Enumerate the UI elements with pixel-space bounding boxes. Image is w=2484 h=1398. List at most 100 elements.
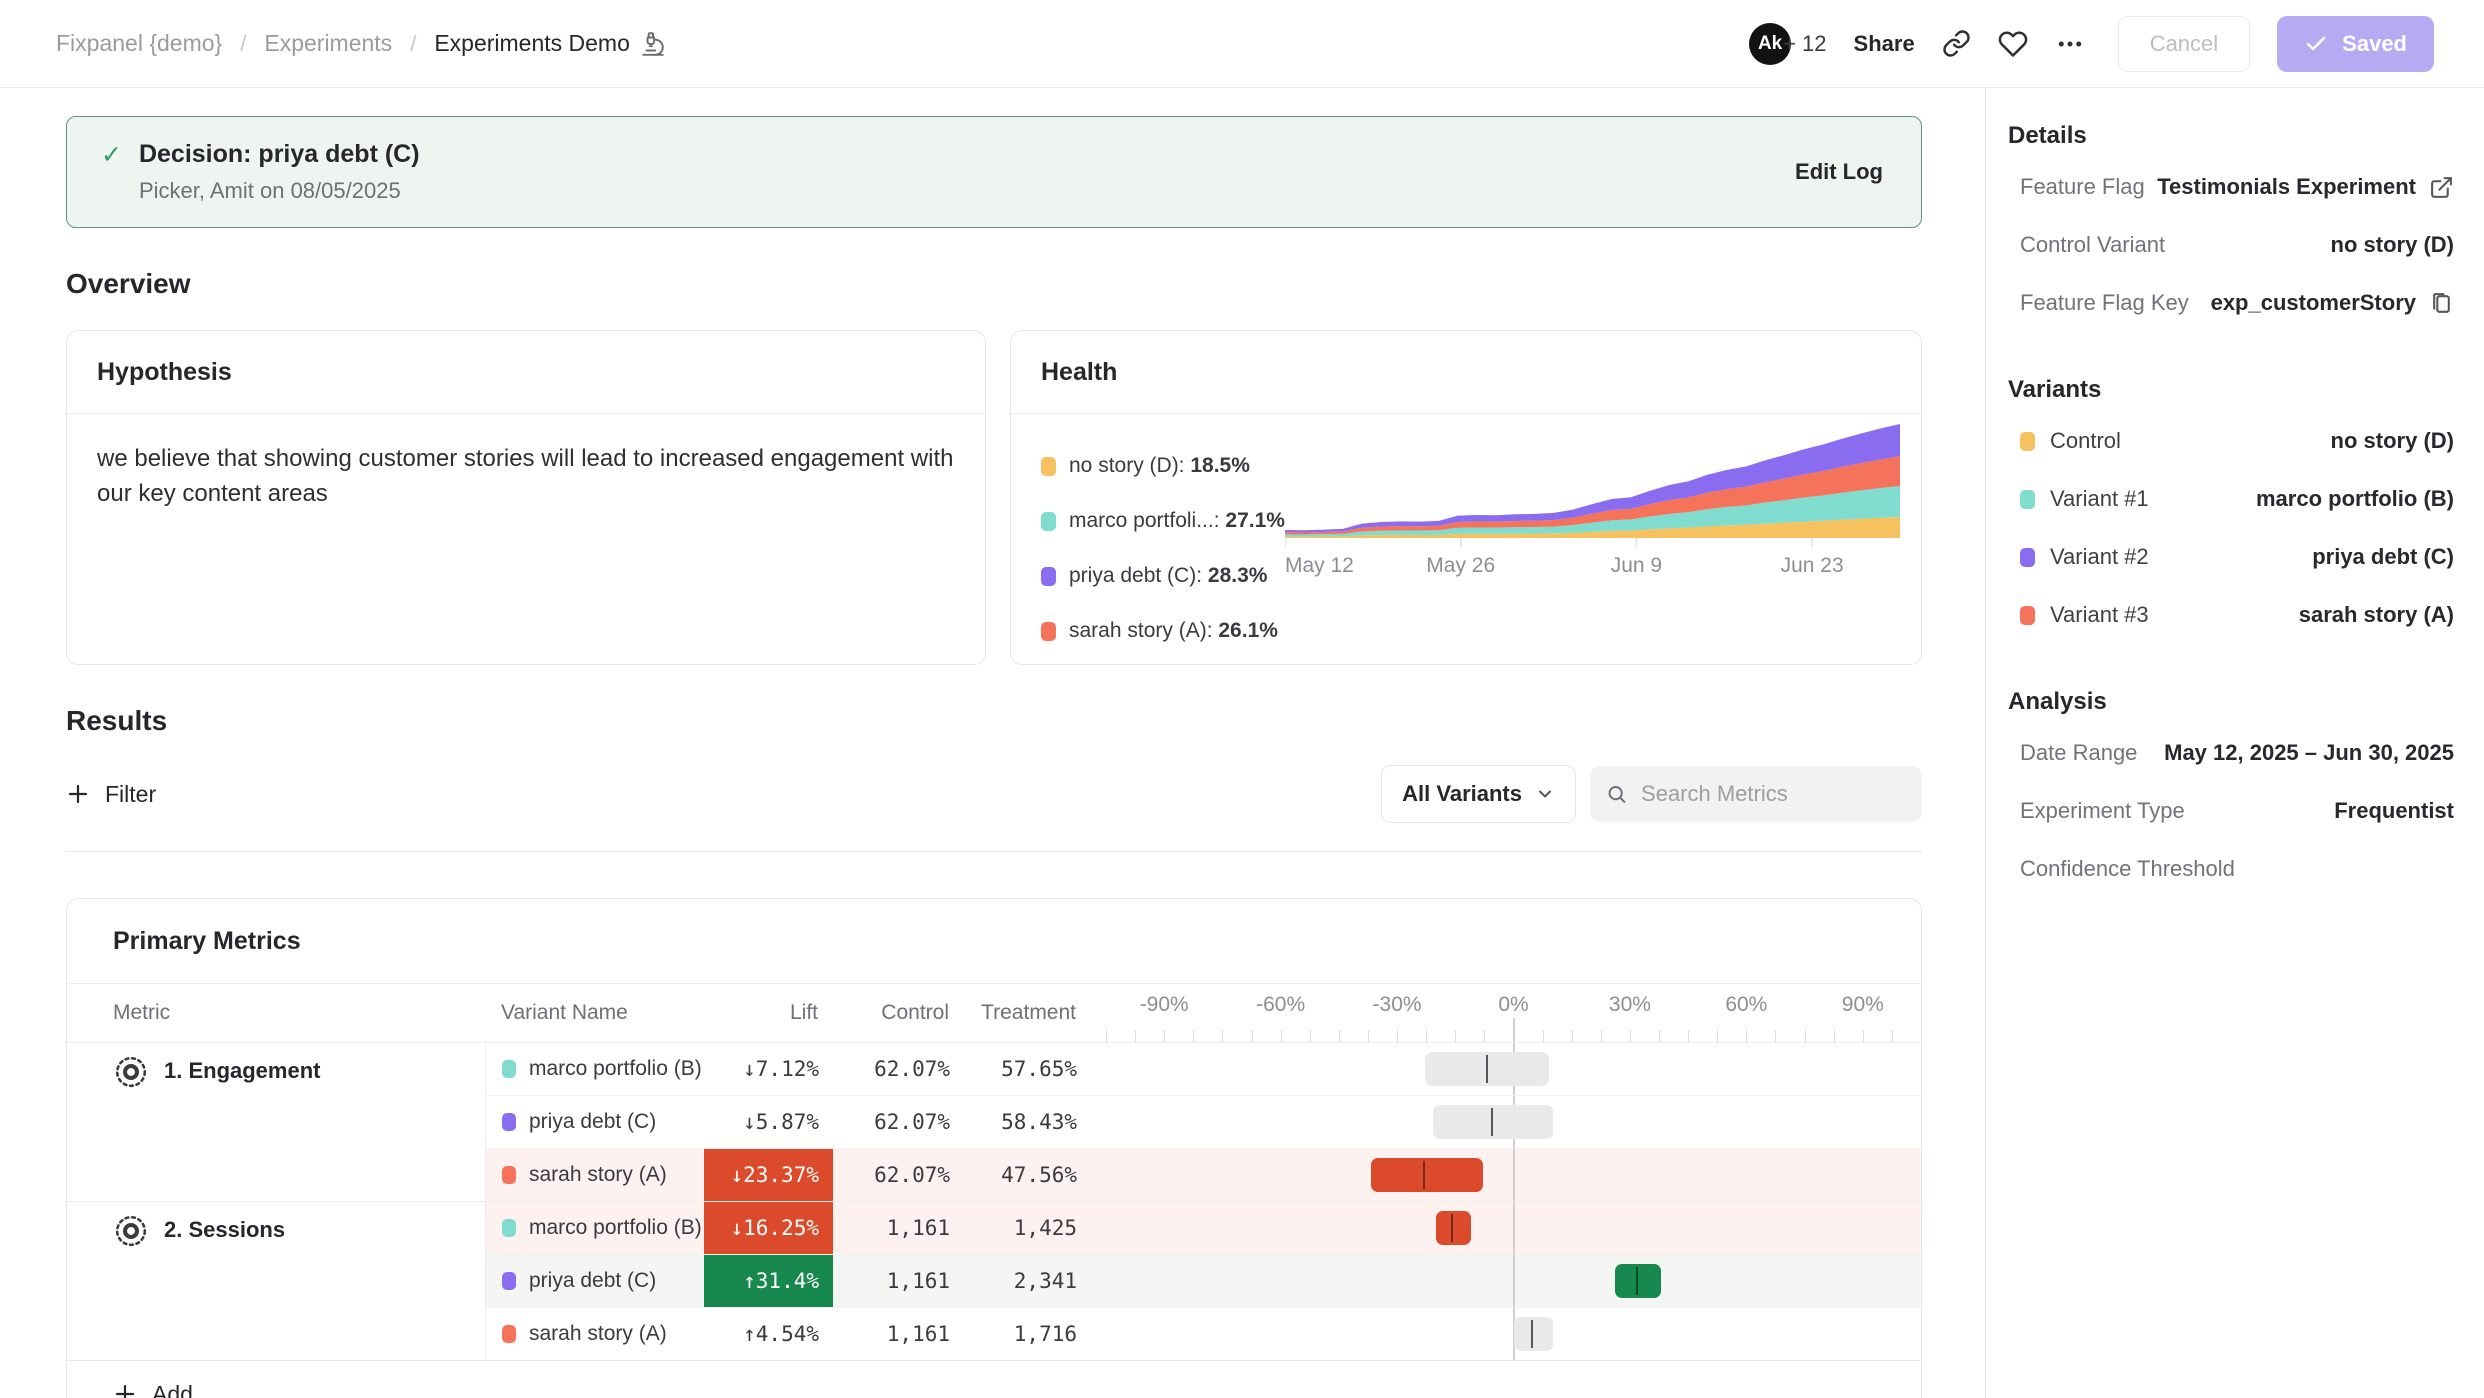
ci-bar: [1615, 1264, 1662, 1298]
axis-tick: [1717, 1030, 1718, 1042]
variant-row-label: Variant #1: [2020, 486, 2149, 512]
axis-tick: [1339, 1030, 1340, 1042]
search-metrics-input[interactable]: [1639, 780, 1906, 808]
primary-metrics-title: Primary Metrics: [67, 899, 1921, 984]
variant-row-label: Variant #3: [2020, 602, 2149, 628]
results-heading: Results: [66, 705, 1922, 737]
lift-value: ↓23.37%: [704, 1149, 833, 1201]
details-row: Control Variant no story (D): [2008, 216, 2454, 274]
table-row[interactable]: marco portfolio (B)↓16.25%1,1611,425: [486, 1202, 1921, 1254]
variant-swatch: [2020, 490, 2035, 509]
variant-value: sarah story (A): [2299, 602, 2454, 628]
variant-label: Variant #2: [2050, 544, 2149, 570]
legend-swatch: [1041, 512, 1056, 531]
axis-tick: [1310, 1030, 1311, 1042]
sidebar-section-variants: VariantsControlno story (D)Variant #1mar…: [2008, 376, 2454, 644]
legend-swatch: [1041, 567, 1056, 586]
health-card: Health no story (D): 18.5%marco portfoli…: [1010, 330, 1922, 665]
variant-swatch: [502, 1166, 516, 1184]
variants-row: Controlno story (D): [2008, 412, 2454, 470]
axis-tick: [1426, 1030, 1427, 1042]
ci-marker: [1636, 1267, 1638, 1295]
variant-label: Control: [2050, 428, 2121, 454]
variants-heading: Variants: [2008, 376, 2454, 404]
treatment-value: 1,425: [950, 1202, 1077, 1254]
add-metric-button[interactable]: Add: [67, 1360, 1921, 1398]
detail-label: Control Variant: [2020, 232, 2165, 258]
axis-tick: [1834, 1030, 1835, 1042]
collaborators-count: + 12: [1783, 31, 1826, 57]
variant-name: marco portfolio (B): [529, 1057, 702, 1081]
metric-target-icon: [113, 1054, 149, 1090]
control-value: 62.07%: [833, 1096, 950, 1148]
control-value: 62.07%: [833, 1149, 950, 1201]
zero-line: [1513, 1202, 1515, 1254]
metric-rows: marco portfolio (B)↓7.12%62.07%57.65%pri…: [485, 1043, 1921, 1201]
axis-label: 0%: [1498, 993, 1528, 1017]
variant-value: priya debt (C): [2312, 544, 2454, 570]
legend-label: no story (D): 18.5%: [1069, 454, 1250, 478]
table-row[interactable]: priya debt (C)↑31.4%1,1612,341: [486, 1254, 1921, 1307]
detail-label: Confidence Threshold: [2020, 856, 2235, 882]
health-legend: no story (D): 18.5%marco portfoli...: 27…: [1041, 420, 1285, 643]
copy-link-icon[interactable]: [1942, 29, 1971, 58]
axis-tick: [1193, 1030, 1194, 1042]
metric-name: 1. Engagement: [164, 1054, 320, 1084]
analysis-row: Confidence Threshold: [2008, 840, 2454, 898]
hypothesis-card: Hypothesis we believe that showing custo…: [66, 330, 986, 665]
axis-label: -90%: [1140, 993, 1189, 1017]
breadcrumb-item[interactable]: Experiments: [264, 30, 392, 57]
treatment-value: 2,341: [950, 1255, 1077, 1307]
variant-cell: marco portfolio (B): [486, 1202, 704, 1254]
table-row[interactable]: marco portfolio (B)↓7.12%62.07%57.65%: [486, 1043, 1921, 1095]
metric-cell: 2. Sessions: [67, 1202, 485, 1360]
analysis-rows: Date RangeMay 12, 2025 – Jun 30, 2025Exp…: [2008, 724, 2454, 898]
table-row[interactable]: sarah story (A)↑4.54%1,1611,716: [486, 1307, 1921, 1360]
more-options-icon[interactable]: [2055, 29, 2085, 59]
variant-cell: sarah story (A): [486, 1149, 704, 1201]
variant-swatch: [502, 1272, 516, 1290]
axis-label: 30%: [1609, 993, 1651, 1017]
axis-label: 90%: [1842, 993, 1884, 1017]
details-row: Feature Flag Keyexp_customerStory: [2008, 274, 2454, 332]
share-button[interactable]: Share: [1854, 31, 1915, 57]
breadcrumb-item[interactable]: Fixpanel {demo}: [56, 30, 222, 57]
filter-button[interactable]: Filter: [66, 781, 156, 808]
ci-chart-cell: [1107, 1043, 1921, 1095]
variant-swatch: [2020, 606, 2035, 625]
ci-marker: [1451, 1214, 1453, 1242]
variants-dropdown[interactable]: All Variants: [1381, 765, 1576, 823]
cancel-button[interactable]: Cancel: [2118, 16, 2250, 72]
legend-swatch: [1041, 622, 1056, 641]
axis-tick: [1397, 1030, 1398, 1042]
copy-icon[interactable]: [2429, 291, 2454, 316]
table-row[interactable]: priya debt (C)↓5.87%62.07%58.43%: [486, 1095, 1921, 1148]
ci-marker: [1531, 1320, 1533, 1348]
health-title: Health: [1011, 331, 1921, 414]
axis-tick: [1106, 1030, 1107, 1042]
variant-swatch: [502, 1325, 516, 1343]
save-button[interactable]: Saved: [2277, 16, 2434, 72]
metric-target-icon: [113, 1213, 149, 1249]
breadcrumb-separator: /: [410, 31, 416, 57]
axis-label: -60%: [1256, 993, 1305, 1017]
favorite-heart-icon[interactable]: [1998, 29, 2028, 59]
axis-tick: [1775, 1030, 1776, 1042]
variant-swatch: [2020, 432, 2035, 451]
variants-row: Variant #3 sarah story (A): [2008, 586, 2454, 644]
column-header: Metric: [67, 1001, 485, 1025]
detail-value-text: no story (D): [2331, 232, 2454, 258]
treatment-value: 47.56%: [950, 1149, 1077, 1201]
table-row[interactable]: sarah story (A)↓23.37%62.07%47.56%: [486, 1148, 1921, 1201]
treatment-value: 57.65%: [950, 1043, 1077, 1095]
axis-tick: [1601, 1030, 1602, 1042]
edit-log-button[interactable]: Edit Log: [1795, 159, 1883, 185]
detail-value: Frequentist: [2334, 798, 2454, 824]
axis-tick: [1892, 1030, 1893, 1042]
control-value: 62.07%: [833, 1043, 950, 1095]
results-divider: [66, 851, 1922, 852]
axis-tick: [1543, 1030, 1544, 1042]
external-link-icon[interactable]: [2429, 175, 2454, 200]
lift-value: ↓7.12%: [704, 1043, 833, 1095]
sidebar-section-analysis: AnalysisDate RangeMay 12, 2025 – Jun 30,…: [2008, 688, 2454, 898]
